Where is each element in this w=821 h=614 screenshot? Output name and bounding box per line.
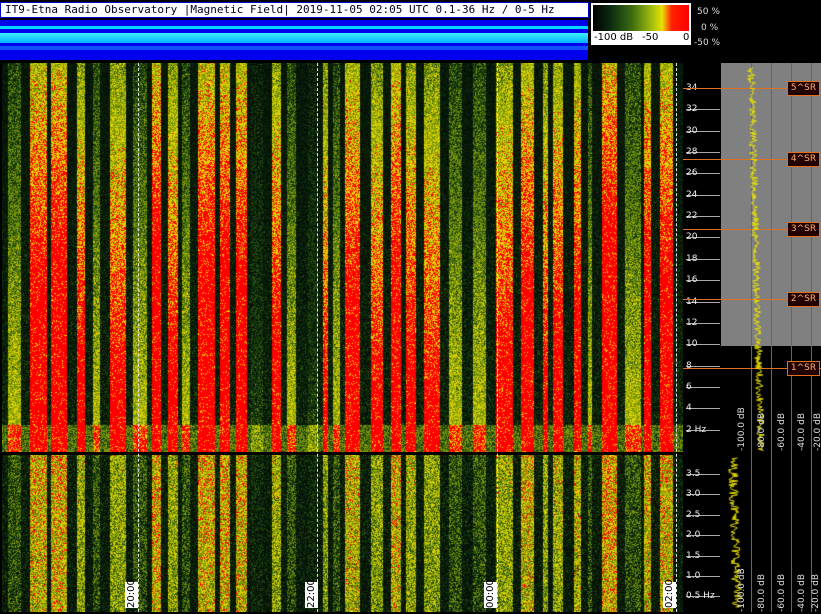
frequency-tick-label: 32: [686, 104, 698, 115]
frequency-tick-label: 18: [686, 253, 698, 264]
time-label: 02:00: [663, 579, 676, 608]
legend-max-label: 0: [683, 32, 690, 43]
time-gridline: [676, 63, 677, 612]
frequency-tick-label: 2.5: [686, 509, 701, 520]
frequency-tick-label: 8: [686, 360, 692, 371]
frequency-tick-label: 4: [686, 403, 692, 414]
frequency-tick-label: 24: [686, 189, 698, 200]
legend-min-label: -100 dB: [594, 32, 634, 43]
db-label: -60.0 dB: [777, 412, 787, 451]
frequency-tick-label: 1.0: [686, 571, 701, 581]
percent-bottom-label: -50 %: [694, 38, 721, 48]
db-label: -40.0 dB: [797, 412, 807, 451]
color-scale-bar: [593, 5, 689, 31]
db-label: -100.0 dB: [737, 407, 747, 451]
time-label: 22:00: [305, 579, 318, 608]
time-gridline: [138, 63, 139, 612]
window-title: IT9-Etna Radio Observatory |Magnetic Fie…: [0, 2, 589, 18]
db-label: -80.0 dB: [757, 573, 767, 612]
frequency-tick-label: 3.5: [686, 469, 701, 479]
db-label: -100.0 dB: [737, 568, 747, 612]
signal-strip: [0, 20, 588, 60]
time-gridline: [317, 63, 318, 612]
percent-mid-label: 0 %: [701, 23, 719, 33]
frequency-tick-label: 0.5 Hz: [686, 591, 715, 602]
frequency-tick-label: 28: [686, 147, 698, 158]
frequency-tick-label: 26: [686, 168, 698, 179]
frequency-tick-label: 12: [686, 317, 698, 328]
lower-spectrogram: [2, 455, 683, 612]
amplitude-trace: [721, 63, 821, 612]
legend-mid-label: -50: [642, 32, 659, 43]
frequency-tick-label: 22: [686, 211, 698, 222]
time-gridline: [497, 63, 498, 612]
frequency-tick-label: 1.5: [686, 550, 701, 561]
db-label: -60.0 dB: [777, 573, 787, 612]
frequency-tick-label: 2.0: [686, 530, 701, 541]
db-label: -20.0 dB: [813, 412, 821, 451]
frequency-tick-label: 16: [686, 275, 698, 286]
db-label: -40.0 dB: [797, 573, 807, 612]
db-label: -80.0 dB: [757, 412, 767, 451]
percent-top-label: 50 %: [697, 7, 720, 17]
frequency-tick-label: 3.0: [686, 489, 701, 500]
frequency-tick-label: 2 Hz: [686, 424, 707, 435]
frequency-tick-label: 20: [686, 232, 698, 243]
frequency-tick-label: 10: [686, 339, 698, 350]
time-label: 00:00: [484, 579, 497, 608]
db-label: -20.0 dB: [811, 573, 821, 612]
frequency-tick-label: 6: [686, 381, 692, 392]
time-label: 20:00: [125, 579, 138, 608]
frequency-tick-label: 30: [686, 125, 698, 136]
upper-spectrogram: [2, 63, 683, 452]
